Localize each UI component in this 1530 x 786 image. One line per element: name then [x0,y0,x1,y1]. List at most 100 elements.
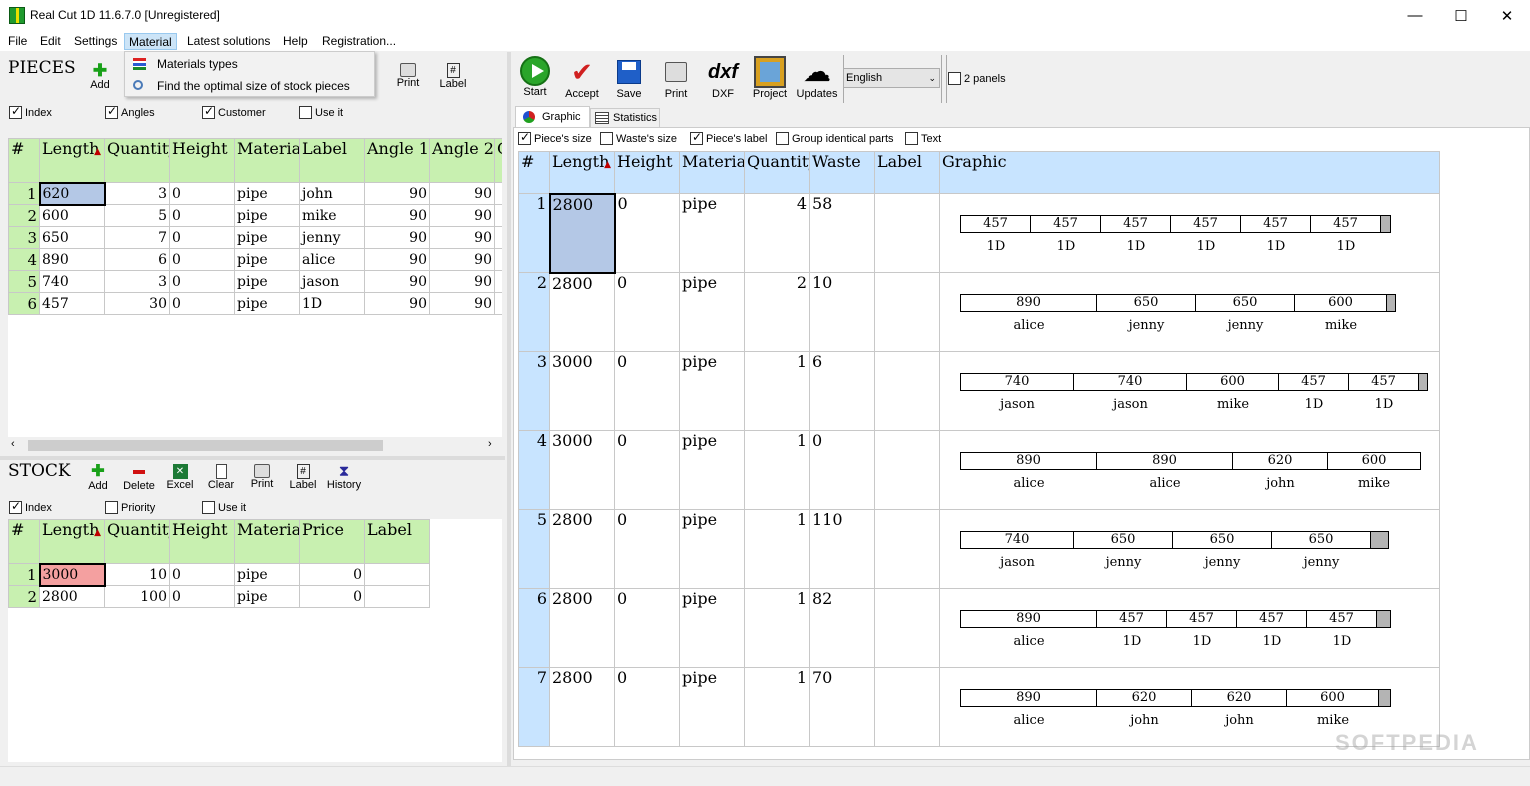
table-cell[interactable]: pipe [234,204,300,227]
table-cell[interactable]: pipe [679,351,745,431]
table-cell[interactable]: 70 [809,667,875,747]
table-cell[interactable]: 1 [744,509,810,589]
table-cell[interactable]: 2800 [549,667,615,747]
two-panels-checkbox[interactable]: 2 panels [948,72,1006,85]
label-cell[interactable] [874,430,940,510]
table-cell[interactable]: 5 [104,204,170,227]
table-cell[interactable]: 4 [744,193,810,273]
table-cell[interactable]: 0 [169,204,235,227]
table-cell[interactable]: 2 [744,272,810,352]
minimize-button[interactable]: — [1392,0,1438,31]
table-cell[interactable]: mike [299,204,365,227]
text-checkbox[interactable]: Text [905,132,941,145]
table-cell[interactable] [494,248,502,271]
table-cell[interactable]: 90 [429,182,495,205]
pieces-size-checkbox[interactable]: Piece's size [518,130,592,145]
table-cell[interactable]: 90 [429,270,495,293]
table-cell[interactable]: 6 [809,351,875,431]
table-cell[interactable]: jenny [299,226,365,249]
menu-edit[interactable]: Edit [36,33,65,50]
stock-index-checkbox[interactable]: Index [9,499,52,514]
table-cell[interactable] [494,292,502,315]
table-cell[interactable]: 0 [614,588,680,668]
menu-item-find-optimal-size[interactable]: Find the optimal size of stock pieces [125,75,374,97]
table-row[interactable]: 1 620 3 0 pipe john 90 90 [8,181,502,206]
menu-file[interactable]: File [4,33,31,50]
table-cell[interactable]: 100 [104,585,170,608]
dxf-button[interactable]: dxf DXF [699,56,747,100]
table-row[interactable]: 6 2800 0 pipe 1 82 890 457 457 457 457 alice 1D 1D 1D 1… [518,588,1440,668]
maximize-button[interactable]: ☐ [1438,0,1484,31]
table-row[interactable]: 4 3000 0 pipe 1 0 890 890 620 600 alice alice john mi… [518,430,1440,510]
label-cell[interactable] [874,588,940,668]
table-cell[interactable] [364,585,430,608]
table-cell[interactable]: 0 [169,292,235,315]
table-cell[interactable] [494,204,502,227]
table-cell[interactable]: jason [299,270,365,293]
table-cell[interactable]: 90 [429,226,495,249]
scroll-thumb[interactable] [28,440,383,451]
pieces-index-checkbox[interactable]: Index [9,104,52,119]
table-cell[interactable]: pipe [234,585,300,608]
table-cell[interactable]: 3000 [38,562,106,587]
table-cell[interactable]: pipe [234,270,300,293]
table-cell[interactable]: 90 [429,292,495,315]
table-cell[interactable]: 3000 [549,430,615,510]
pieces-horizontal-scrollbar[interactable]: ‹ › [8,437,502,454]
table-cell[interactable] [494,182,502,205]
label-cell[interactable] [874,193,940,273]
close-button[interactable]: ✕ [1484,0,1530,31]
table-cell[interactable]: pipe [679,272,745,352]
tab-statistics[interactable]: Statistics [590,108,660,128]
pieces-use-it-checkbox[interactable]: Use it [299,106,343,119]
pieces-label-checkbox[interactable]: Piece's label [690,130,767,145]
menu-settings[interactable]: Settings [70,33,121,50]
table-cell[interactable]: 0 [614,509,680,589]
table-cell[interactable]: 110 [809,509,875,589]
table-cell[interactable]: 620 [38,181,106,206]
table-cell[interactable] [494,226,502,249]
table-cell[interactable]: 0 [169,270,235,293]
label-cell[interactable] [874,667,940,747]
table-cell[interactable]: 90 [429,204,495,227]
updates-button[interactable]: ☁ Updates [793,56,841,100]
table-cell[interactable] [494,270,502,293]
table-cell[interactable]: 90 [364,248,430,271]
table-cell[interactable]: 0 [169,248,235,271]
table-cell[interactable]: 1 [744,667,810,747]
table-cell[interactable]: alice [299,248,365,271]
table-cell[interactable]: pipe [234,182,300,205]
table-cell[interactable]: 0 [299,563,365,586]
table-cell[interactable]: pipe [679,193,745,273]
table-cell[interactable]: 0 [169,585,235,608]
table-cell[interactable]: pipe [679,509,745,589]
table-cell[interactable]: pipe [679,588,745,668]
table-cell[interactable]: 0 [169,226,235,249]
table-cell[interactable]: 0 [614,272,680,352]
table-cell[interactable]: 0 [169,563,235,586]
stock-priority-checkbox[interactable]: Priority [105,501,155,514]
menu-registration[interactable]: Registration... [318,33,400,50]
pieces-customer-checkbox[interactable]: Customer [202,104,266,119]
table-cell[interactable]: 1D [299,292,365,315]
vertical-splitter[interactable] [507,52,511,766]
language-select[interactable]: English ⌄ [843,68,940,88]
menu-help[interactable]: Help [279,33,312,50]
menu-latest-solutions[interactable]: Latest solutions [183,33,274,50]
table-row[interactable]: 4 890 6 0 pipe alice 90 90 [8,248,502,271]
tab-graphic[interactable]: Graphic [515,106,590,128]
table-cell[interactable]: 740 [39,270,105,293]
table-row[interactable]: 2 2800 0 pipe 2 10 890 650 650 600 alice jenny jenny… [518,272,1440,352]
table-cell[interactable]: 457 [39,292,105,315]
accept-button[interactable]: ✔ Accept [558,56,606,100]
table-cell[interactable]: 90 [364,292,430,315]
table-row[interactable]: 2 2800 100 0 pipe 0 [8,585,430,608]
label-cell[interactable] [874,272,940,352]
waste-size-checkbox[interactable]: Waste's size [600,132,677,145]
table-row[interactable]: 5 2800 0 pipe 1 110 740 650 650 650 jason jenny jenn… [518,509,1440,589]
table-cell[interactable]: 6 [104,248,170,271]
table-cell[interactable]: john [299,182,365,205]
menu-material[interactable]: Material [124,33,177,50]
table-cell[interactable]: 90 [364,270,430,293]
save-button[interactable]: Save [605,56,653,100]
